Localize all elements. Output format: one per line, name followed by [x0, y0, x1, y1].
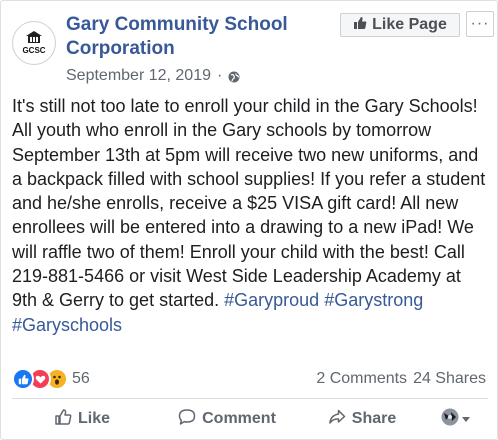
comment-button[interactable]: Comment	[152, 403, 302, 435]
like-page-button[interactable]: Like Page	[340, 13, 460, 37]
facebook-post: GCSC Gary Community School Corporation S…	[0, 0, 498, 440]
page-avatar[interactable]: GCSC	[12, 21, 56, 65]
post-header: GCSC Gary Community School Corporation S…	[12, 11, 494, 91]
shares-count-link[interactable]: 24 Shares	[413, 370, 486, 388]
comments-count-link[interactable]: 2 Comments	[316, 370, 407, 388]
like-icon	[12, 368, 34, 390]
post-stats: 56 2 Comments 24 Shares	[12, 367, 486, 391]
thumbs-up-icon	[353, 16, 367, 35]
audience-selector[interactable]	[422, 403, 488, 435]
profile-avatar-icon	[441, 408, 459, 431]
action-bar: Like Comment Share	[12, 401, 488, 437]
post-meta: September 12, 2019 ·	[66, 67, 240, 85]
post-date[interactable]: September 12, 2019	[66, 67, 211, 85]
stats-divider	[12, 398, 488, 399]
like-button[interactable]: Like	[12, 403, 152, 435]
more-options-button[interactable]: ···	[466, 11, 494, 37]
post-text: It's still not too late to enroll your c…	[12, 94, 490, 337]
share-button[interactable]: Share	[302, 403, 422, 435]
thumbs-up-outline-icon	[54, 408, 72, 431]
globe-icon[interactable]	[228, 70, 240, 83]
comment-label: Comment	[202, 410, 276, 427]
hashtag-link[interactable]: #Garystrong	[324, 290, 423, 310]
meta-separator: ·	[217, 67, 223, 84]
share-label: Share	[351, 410, 397, 427]
caret-down-icon	[461, 410, 470, 428]
like-page-label: Like Page	[372, 16, 447, 33]
comment-bubble-icon	[178, 408, 196, 431]
share-arrow-icon	[328, 408, 346, 431]
reactions-summary[interactable]: 56	[12, 368, 90, 390]
page-name-link[interactable]: Gary Community School Corporation	[66, 13, 326, 61]
hashtag-link[interactable]: #Garyproud	[224, 290, 319, 310]
reaction-count: 56	[72, 370, 90, 387]
like-label: Like	[77, 410, 110, 427]
avatar-logo-text: GCSC	[22, 46, 45, 55]
hashtag-link[interactable]: #Garyschools	[12, 315, 122, 335]
engagement-counts: 2 Comments 24 Shares	[316, 370, 486, 388]
post-body: It's still not too late to enroll your c…	[12, 96, 486, 311]
